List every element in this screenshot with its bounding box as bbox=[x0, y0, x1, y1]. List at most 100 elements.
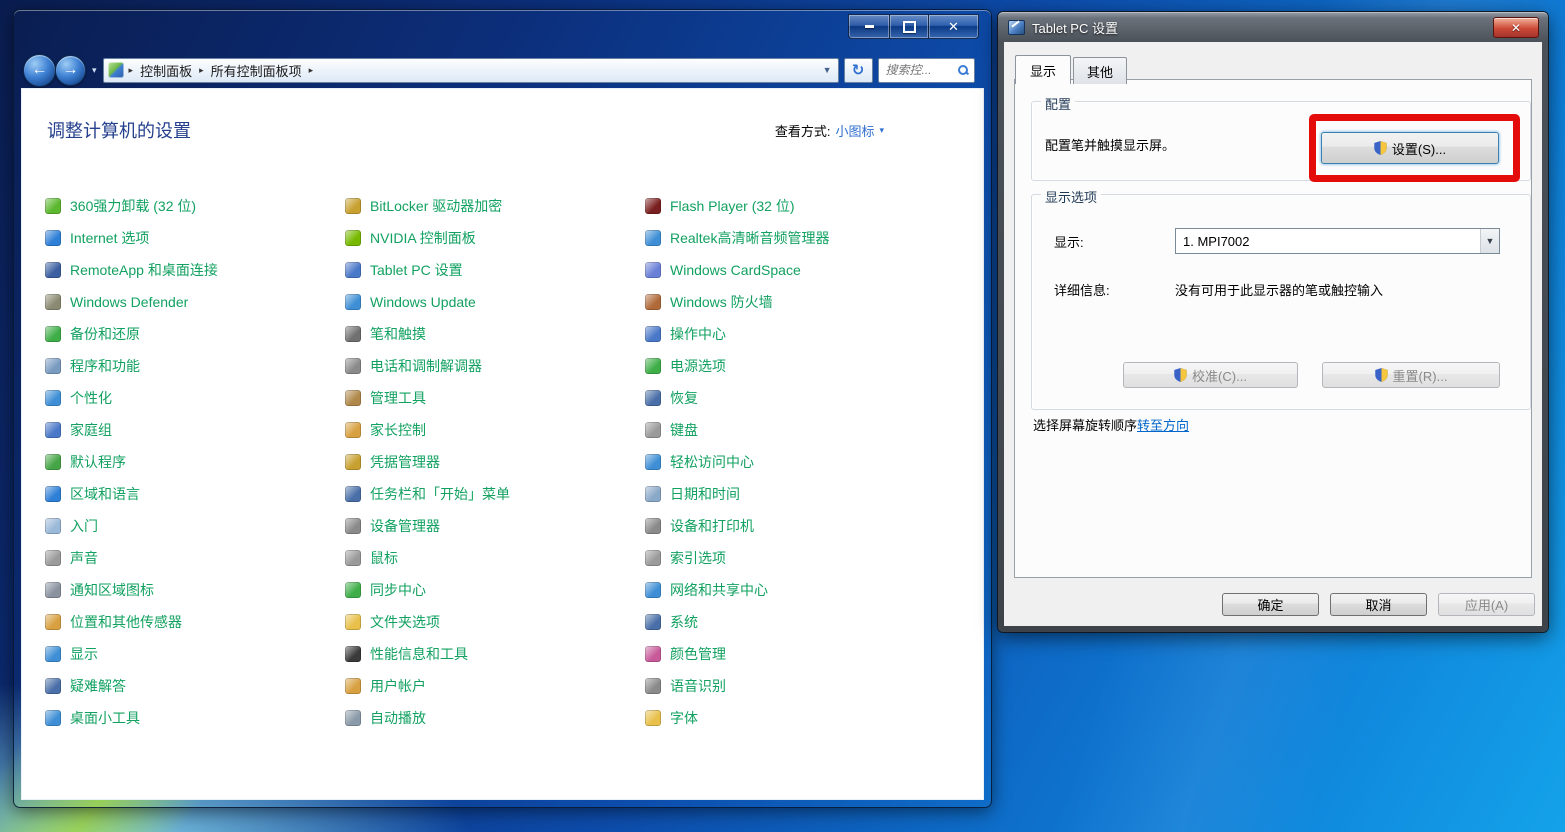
rotation-order-text: 选择屏幕旋转顺序转至方向 bbox=[1033, 415, 1189, 434]
list-item[interactable]: 设备和打印机 bbox=[645, 510, 945, 542]
dialog-close-button[interactable]: ✕ bbox=[1493, 17, 1539, 38]
list-item[interactable]: 任务栏和「开始」菜单 bbox=[345, 478, 645, 510]
list-item[interactable]: 通知区域图标 bbox=[45, 574, 345, 606]
list-item-label: RemoteApp 和桌面连接 bbox=[70, 260, 218, 280]
go-to-orientation-link[interactable]: 转至方向 bbox=[1137, 418, 1189, 433]
list-item[interactable]: Realtek高清晰音频管理器 bbox=[645, 222, 945, 254]
list-item[interactable]: 家庭组 bbox=[45, 414, 345, 446]
reset-button-label: 重置(R)... bbox=[1393, 366, 1448, 385]
forward-button[interactable]: → bbox=[55, 55, 86, 86]
list-item[interactable]: Windows 防火墙 bbox=[645, 286, 945, 318]
list-item[interactable]: 默认程序 bbox=[45, 446, 345, 478]
breadcrumb-arrow-icon[interactable]: ▸ bbox=[309, 65, 314, 76]
list-item[interactable]: 显示 bbox=[45, 638, 345, 670]
list-item[interactable]: 字体 bbox=[645, 702, 945, 734]
list-item[interactable]: 程序和功能 bbox=[45, 350, 345, 382]
calibrate-button[interactable]: 校准(C)... bbox=[1123, 362, 1298, 388]
list-item[interactable]: Internet 选项 bbox=[45, 222, 345, 254]
refresh-button[interactable]: ↻ bbox=[844, 58, 873, 83]
list-item[interactable]: 笔和触摸 bbox=[345, 318, 645, 350]
recent-pages-dropdown[interactable]: ▾ bbox=[92, 65, 97, 76]
list-item[interactable]: 用户帐户 bbox=[345, 670, 645, 702]
breadcrumb-all-items[interactable]: 所有控制面板项 bbox=[209, 61, 304, 80]
apply-button[interactable]: 应用(A) bbox=[1438, 593, 1535, 616]
search-input[interactable] bbox=[884, 62, 954, 78]
list-item[interactable]: 设备管理器 bbox=[345, 510, 645, 542]
list-item[interactable]: RemoteApp 和桌面连接 bbox=[45, 254, 345, 286]
address-dropdown-icon[interactable]: ▼ bbox=[823, 65, 832, 75]
list-item[interactable]: 电话和调制解调器 bbox=[345, 350, 645, 382]
list-item[interactable]: 位置和其他传感器 bbox=[45, 606, 345, 638]
list-item[interactable]: 操作中心 bbox=[645, 318, 945, 350]
list-item[interactable]: Windows Update bbox=[345, 286, 645, 318]
address-bar[interactable]: ▸ 控制面板 ▸ 所有控制面板项 ▸ ▼ bbox=[103, 58, 839, 83]
list-item[interactable]: 桌面小工具 bbox=[45, 702, 345, 734]
search-box[interactable] bbox=[878, 58, 975, 83]
list-item[interactable]: 颜色管理 bbox=[645, 638, 945, 670]
list-item[interactable]: 声音 bbox=[45, 542, 345, 574]
list-item[interactable]: 恢复 bbox=[645, 382, 945, 414]
combo-dropdown-icon[interactable]: ▼ bbox=[1480, 229, 1499, 253]
title-bar: ✕ bbox=[14, 10, 991, 52]
list-item[interactable]: 日期和时间 bbox=[645, 478, 945, 510]
breadcrumb-control-panel[interactable]: 控制面板 bbox=[138, 61, 194, 80]
rotation-text: 选择屏幕旋转顺序 bbox=[1033, 418, 1137, 433]
minimize-button[interactable] bbox=[848, 14, 890, 39]
autoplay-icon bbox=[345, 710, 361, 726]
ok-button[interactable]: 确定 bbox=[1222, 593, 1319, 616]
back-icon: ← bbox=[32, 61, 48, 79]
cancel-button[interactable]: 取消 bbox=[1330, 593, 1427, 616]
list-item[interactable]: 网络和共享中心 bbox=[645, 574, 945, 606]
list-item-label: 管理工具 bbox=[370, 388, 426, 408]
folder-options-icon bbox=[345, 614, 361, 630]
list-item[interactable]: Tablet PC 设置 bbox=[345, 254, 645, 286]
list-item[interactable]: 入门 bbox=[45, 510, 345, 542]
list-item[interactable]: Flash Player (32 位) bbox=[645, 190, 945, 222]
list-item[interactable]: 区域和语言 bbox=[45, 478, 345, 510]
list-item[interactable]: 家长控制 bbox=[345, 414, 645, 446]
list-item[interactable]: 360强力卸载 (32 位) bbox=[45, 190, 345, 222]
page-title: 调整计算机的设置 bbox=[47, 117, 191, 143]
list-item[interactable]: 系统 bbox=[645, 606, 945, 638]
list-item[interactable]: 同步中心 bbox=[345, 574, 645, 606]
list-item[interactable]: 索引选项 bbox=[645, 542, 945, 574]
view-by-value[interactable]: 小图标 bbox=[835, 121, 874, 140]
list-item[interactable]: 电源选项 bbox=[645, 350, 945, 382]
display-select[interactable]: 1. MPI7002 ▼ bbox=[1175, 228, 1500, 254]
list-item[interactable]: 管理工具 bbox=[345, 382, 645, 414]
control-panel-content: 调整计算机的设置 查看方式: 小图标 ▾ 360强力卸载 (32 位)Inter… bbox=[21, 88, 984, 800]
list-item-label: Realtek高清晰音频管理器 bbox=[670, 228, 829, 248]
tab-other[interactable]: 其他 bbox=[1073, 57, 1127, 84]
breadcrumb-arrow-icon[interactable]: ▸ bbox=[129, 65, 134, 76]
list-item[interactable]: 个性化 bbox=[45, 382, 345, 414]
list-item[interactable]: 疑难解答 bbox=[45, 670, 345, 702]
list-item[interactable]: 凭据管理器 bbox=[345, 446, 645, 478]
user-accounts-icon bbox=[345, 678, 361, 694]
system-icon bbox=[645, 614, 661, 630]
list-item[interactable]: 键盘 bbox=[645, 414, 945, 446]
list-item[interactable]: 文件夹选项 bbox=[345, 606, 645, 638]
breadcrumb-arrow-icon[interactable]: ▸ bbox=[199, 65, 204, 76]
list-item[interactable]: NVIDIA 控制面板 bbox=[345, 222, 645, 254]
tab-display[interactable]: 显示 bbox=[1015, 55, 1071, 84]
list-item[interactable]: 备份和还原 bbox=[45, 318, 345, 350]
action-center-icon bbox=[645, 326, 661, 342]
list-item[interactable]: BitLocker 驱动器加密 bbox=[345, 190, 645, 222]
list-item[interactable]: 语音识别 bbox=[645, 670, 945, 702]
back-button[interactable]: ← bbox=[23, 54, 56, 87]
control-panel-window: ✕ ← → ▾ ▸ 控制面板 ▸ 所有控制面板项 ▸ ▼ ↻ bbox=[14, 10, 991, 807]
close-button[interactable]: ✕ bbox=[928, 14, 979, 39]
list-item[interactable]: 鼠标 bbox=[345, 542, 645, 574]
maximize-button[interactable] bbox=[889, 14, 929, 39]
list-item[interactable]: 轻松访问中心 bbox=[645, 446, 945, 478]
list-item[interactable]: Windows Defender bbox=[45, 286, 345, 318]
list-item-label: 程序和功能 bbox=[70, 356, 140, 376]
list-item[interactable]: 自动播放 bbox=[345, 702, 645, 734]
view-by-caret-icon[interactable]: ▾ bbox=[879, 125, 884, 136]
list-item[interactable]: Windows CardSpace bbox=[645, 254, 945, 286]
troubleshooting-icon bbox=[45, 678, 61, 694]
reset-button[interactable]: 重置(R)... bbox=[1322, 362, 1500, 388]
view-by-label: 查看方式: bbox=[775, 121, 831, 140]
list-item-label: Tablet PC 设置 bbox=[370, 260, 463, 280]
list-item[interactable]: 性能信息和工具 bbox=[345, 638, 645, 670]
